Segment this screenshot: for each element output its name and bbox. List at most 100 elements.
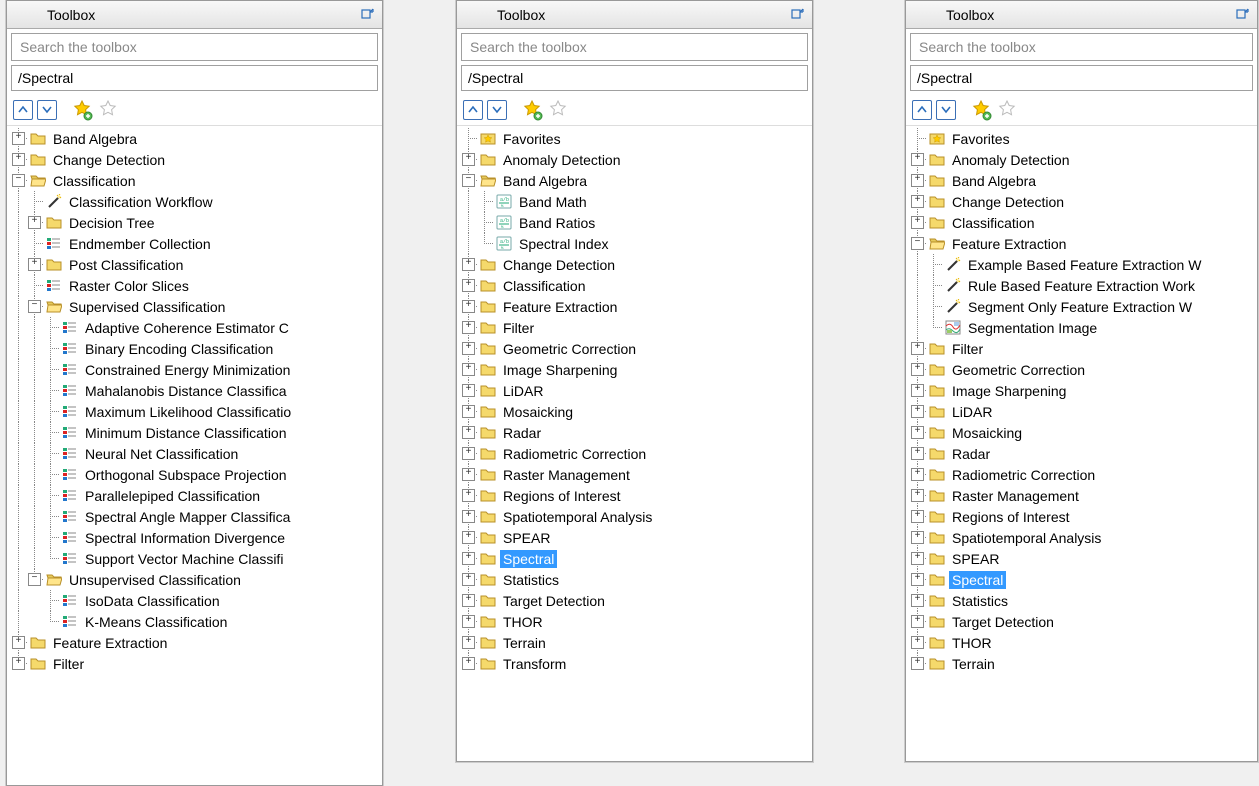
search-box[interactable] bbox=[11, 33, 378, 61]
tree-row[interactable]: +Radiometric Correction bbox=[457, 443, 812, 464]
tree-row[interactable]: Segmentation Image bbox=[906, 317, 1257, 338]
tree-expander[interactable]: + bbox=[911, 636, 924, 649]
path-box[interactable]: /Spectral bbox=[910, 65, 1253, 91]
expand-down-button[interactable] bbox=[936, 100, 956, 120]
tree-item-label[interactable]: SPEAR bbox=[949, 550, 1002, 568]
tree-row[interactable]: + Anomaly Detection bbox=[906, 149, 1257, 170]
tree-item-label[interactable]: Radar bbox=[500, 424, 544, 442]
tree-item-label[interactable]: Radiometric Correction bbox=[500, 445, 649, 463]
tree-item-label[interactable]: Favorites bbox=[500, 130, 564, 148]
tree-row[interactable]: Support Vector Machine Classifi bbox=[7, 548, 382, 569]
tree-expander[interactable]: + bbox=[911, 615, 924, 628]
tree-expander[interactable]: + bbox=[462, 342, 475, 355]
tree-item-label[interactable]: Spectral Information Divergence bbox=[82, 529, 288, 547]
tree-expander[interactable]: + bbox=[911, 531, 924, 544]
tree-row[interactable]: +THOR bbox=[457, 611, 812, 632]
tree-expander[interactable]: + bbox=[462, 279, 475, 292]
tree-item-label[interactable]: Segmentation Image bbox=[965, 319, 1100, 337]
tree-row[interactable]: +Radar bbox=[457, 422, 812, 443]
tree-item-label[interactable]: Band Algebra bbox=[50, 130, 140, 148]
tree-row[interactable]: +Statistics bbox=[906, 590, 1257, 611]
tree-item-label[interactable]: Image Sharpening bbox=[500, 361, 620, 379]
tree-row[interactable]: +Radiometric Correction bbox=[906, 464, 1257, 485]
tree-row[interactable]: Rule Based Feature Extraction Work bbox=[906, 275, 1257, 296]
path-box[interactable]: /Spectral bbox=[11, 65, 378, 91]
tree-expander[interactable]: + bbox=[911, 468, 924, 481]
tree-row[interactable]: −Band Algebra bbox=[457, 170, 812, 191]
tree-expander[interactable]: + bbox=[911, 195, 924, 208]
tree-expander[interactable]: + bbox=[462, 363, 475, 376]
tree-item-label[interactable]: Filter bbox=[50, 655, 87, 673]
tree-item-label[interactable]: Band Ratios bbox=[516, 214, 598, 232]
tree-row[interactable]: Band Math bbox=[457, 191, 812, 212]
tree-item-label[interactable]: Mosaicking bbox=[949, 424, 1025, 442]
favorite-add-button[interactable] bbox=[970, 99, 992, 121]
tree-item-label[interactable]: Spatiotemporal Analysis bbox=[500, 508, 655, 526]
tree-item-label[interactable]: Raster Management bbox=[949, 487, 1082, 505]
tree-expander[interactable]: + bbox=[911, 489, 924, 502]
tree-expander[interactable]: + bbox=[462, 384, 475, 397]
tree-expander[interactable]: + bbox=[911, 153, 924, 166]
tree-expander[interactable]: + bbox=[911, 552, 924, 565]
tree-row[interactable]: Constrained Energy Minimization bbox=[7, 359, 382, 380]
tree-item-label[interactable]: Spectral bbox=[949, 571, 1006, 589]
tree-row[interactable]: +SPEAR bbox=[457, 527, 812, 548]
tree-row[interactable]: Spectral Information Divergence bbox=[7, 527, 382, 548]
tree-item-label[interactable]: Statistics bbox=[500, 571, 562, 589]
tree-row[interactable]: + Spatiotemporal Analysis bbox=[906, 527, 1257, 548]
tree-row[interactable]: Segment Only Feature Extraction W bbox=[906, 296, 1257, 317]
tree-item-label[interactable]: Band Algebra bbox=[949, 172, 1039, 190]
tree-item-label[interactable]: Constrained Energy Minimization bbox=[82, 361, 293, 379]
tree-item-label[interactable]: Segment Only Feature Extraction W bbox=[965, 298, 1195, 316]
tree-item-label[interactable]: Parallelepiped Classification bbox=[82, 487, 263, 505]
collapse-up-button[interactable] bbox=[912, 100, 932, 120]
tree-item-label[interactable]: Anomaly Detection bbox=[949, 151, 1073, 169]
tree-expander[interactable]: + bbox=[462, 489, 475, 502]
search-box[interactable] bbox=[910, 33, 1253, 61]
tree-expander[interactable]: + bbox=[911, 342, 924, 355]
tree-item-label[interactable]: Image Sharpening bbox=[949, 382, 1069, 400]
tree-row[interactable]: Band Ratios bbox=[457, 212, 812, 233]
collapse-up-button[interactable] bbox=[13, 100, 33, 120]
tree-row[interactable]: + Band Algebra bbox=[7, 128, 382, 149]
tree-row[interactable]: +Filter bbox=[906, 338, 1257, 359]
tree-item-label[interactable]: Spatiotemporal Analysis bbox=[949, 529, 1104, 547]
tree-item-label[interactable]: Terrain bbox=[949, 655, 998, 673]
undock-button[interactable] bbox=[1233, 6, 1251, 24]
tree-item-label[interactable]: Classification bbox=[500, 277, 588, 295]
tree-row[interactable]: +Anomaly Detection bbox=[457, 149, 812, 170]
tree-row[interactable]: Spectral Index bbox=[457, 233, 812, 254]
tree-item-label[interactable]: Raster Management bbox=[500, 466, 633, 484]
undock-button[interactable] bbox=[358, 6, 376, 24]
tree-item-label[interactable]: Target Detection bbox=[949, 613, 1057, 631]
toolbox-tree[interactable]: Favorites+Anomaly Detection−Band Algebra… bbox=[457, 126, 812, 761]
tree-row[interactable]: + SPEAR bbox=[906, 548, 1257, 569]
tree-expander[interactable]: + bbox=[462, 258, 475, 271]
tree-expander[interactable]: + bbox=[462, 636, 475, 649]
tree-expander[interactable]: − bbox=[28, 300, 41, 313]
tree-item-label[interactable]: Minimum Distance Classification bbox=[82, 424, 290, 442]
tree-item-label[interactable]: K-Means Classification bbox=[82, 613, 230, 631]
tree-row[interactable]: IsoData Classification bbox=[7, 590, 382, 611]
search-box[interactable] bbox=[461, 33, 808, 61]
tree-row[interactable]: Orthogonal Subspace Projection bbox=[7, 464, 382, 485]
tree-item-label[interactable]: Classification bbox=[50, 172, 138, 190]
tree-row[interactable]: +Regions of Interest bbox=[906, 506, 1257, 527]
tree-item-label[interactable]: Mosaicking bbox=[500, 403, 576, 421]
tree-row[interactable]: + Band Algebra bbox=[906, 170, 1257, 191]
tree-expander[interactable]: + bbox=[911, 174, 924, 187]
tree-expander[interactable]: + bbox=[462, 615, 475, 628]
tree-row[interactable]: +Geometric Correction bbox=[457, 338, 812, 359]
tree-row[interactable]: + Image Sharpening bbox=[906, 380, 1257, 401]
expand-down-button[interactable] bbox=[37, 100, 57, 120]
tree-item-label[interactable]: Classification Workflow bbox=[66, 193, 216, 211]
tree-row[interactable]: +Filter bbox=[457, 317, 812, 338]
tree-item-label[interactable]: Neural Net Classification bbox=[82, 445, 241, 463]
tree-expander[interactable]: + bbox=[462, 510, 475, 523]
tree-expander[interactable]: − bbox=[28, 573, 41, 586]
tree-row[interactable]: +Target Detection bbox=[457, 590, 812, 611]
tree-row[interactable]: −Unsupervised Classification bbox=[7, 569, 382, 590]
tree-item-label[interactable]: IsoData Classification bbox=[82, 592, 223, 610]
tree-expander[interactable]: + bbox=[911, 384, 924, 397]
tree-expander[interactable]: + bbox=[12, 132, 25, 145]
